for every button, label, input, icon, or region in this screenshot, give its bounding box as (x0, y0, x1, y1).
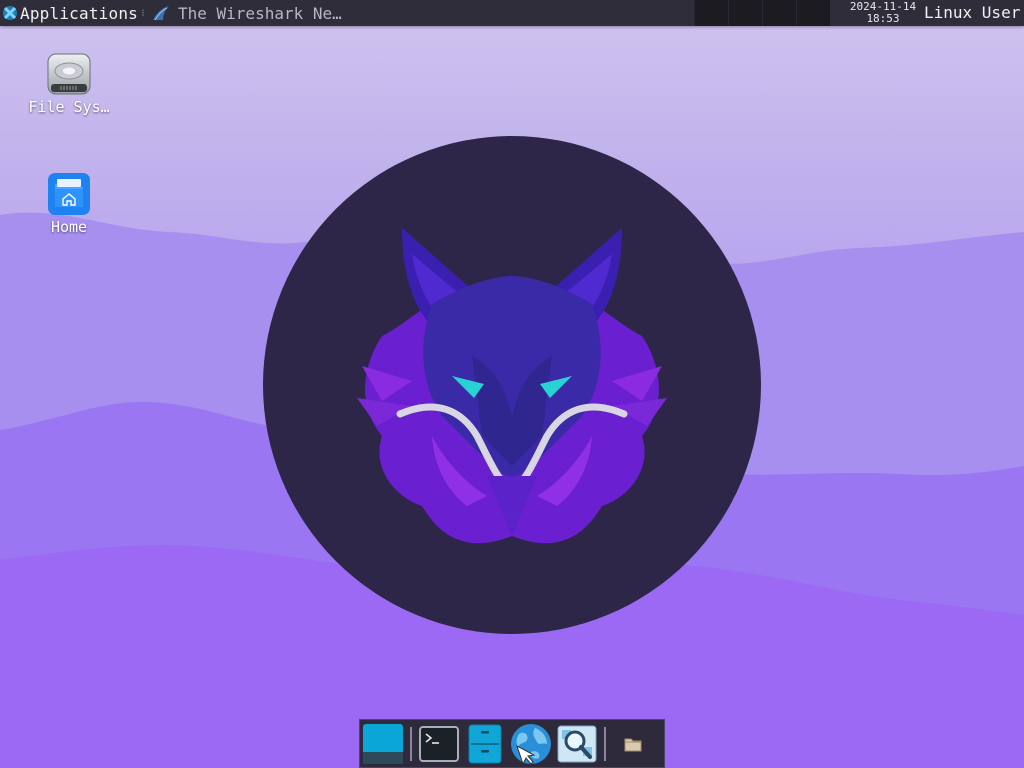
hard-drive-icon (47, 53, 91, 95)
wireshark-fin-icon (153, 6, 169, 21)
user-menu[interactable]: Linux User (924, 3, 1020, 22)
dock-file-manager[interactable] (462, 722, 508, 766)
dock-show-desktop[interactable] (360, 722, 406, 766)
workspace-3[interactable] (762, 0, 796, 26)
desktop-icon-label: File Sys… (28, 98, 110, 116)
magnifier-icon (557, 725, 597, 762)
wolf-emblem-logo (263, 136, 761, 634)
file-cabinet-icon (468, 724, 502, 763)
panel-clock[interactable]: 2024-11-14 18:53 (846, 1, 920, 25)
taskbar-wireshark-window[interactable]: The Wireshark Ne… (146, 0, 348, 26)
dock-separator (604, 726, 606, 761)
folder-icon (624, 738, 642, 751)
desktop-icon (363, 723, 403, 764)
home-folder-icon (48, 173, 90, 215)
clock-time: 18:53 (866, 12, 900, 25)
workspace-2[interactable] (728, 0, 762, 26)
applications-label: Applications (20, 3, 138, 23)
taskbar-window-title: The Wireshark Ne… (178, 3, 342, 23)
desktop-icon-label: Home (50, 218, 88, 236)
dock-folder[interactable] (610, 722, 656, 766)
dock-terminal[interactable] (416, 722, 462, 766)
top-panel: Applications ⁝ The Wireshark Ne… 2024-11… (0, 0, 1024, 26)
dock-separator (410, 726, 412, 761)
applications-menu-button[interactable]: Applications (0, 0, 140, 26)
desktop-icon-filesystem[interactable]: File Sys… (21, 52, 117, 116)
workspace-switcher (694, 0, 830, 26)
workspace-4[interactable] (796, 0, 830, 26)
workspace-1[interactable] (694, 0, 728, 26)
xfce-logo-icon (3, 6, 17, 20)
dock-app-finder[interactable] (554, 722, 600, 766)
terminal-icon (419, 725, 459, 762)
dock-web-browser[interactable] (508, 722, 554, 766)
globe-icon (511, 723, 551, 765)
desktop-icon-home[interactable]: Home (21, 172, 117, 236)
bottom-dock (359, 719, 665, 768)
